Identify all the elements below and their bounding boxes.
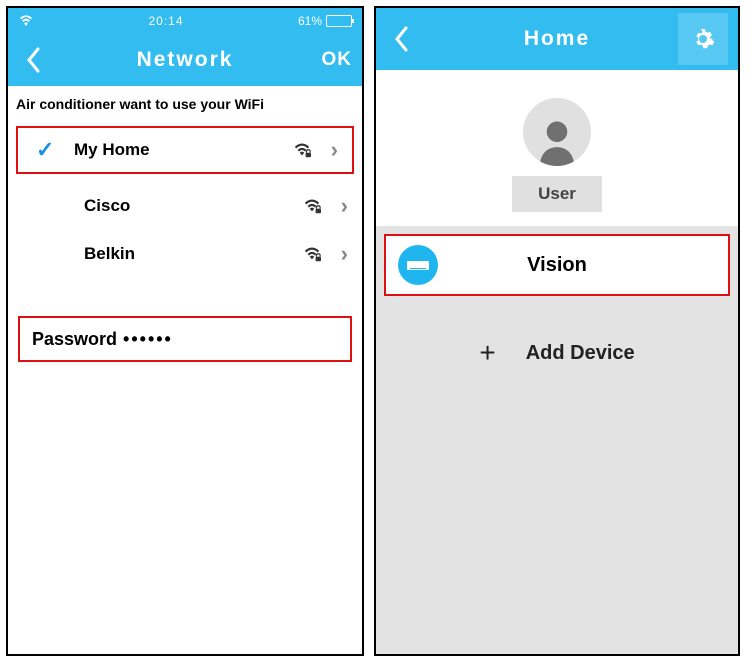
- password-value: ••••••: [117, 329, 173, 350]
- battery-percent: 61%: [298, 14, 322, 28]
- password-field[interactable]: Password ••••••: [18, 316, 352, 362]
- ok-button[interactable]: OK: [322, 49, 353, 71]
- avatar[interactable]: [523, 98, 591, 166]
- gear-icon: [691, 27, 715, 51]
- wifi-prompt: Air conditioner want to use your WiFi: [8, 86, 362, 126]
- status-bar: 20:14 61%: [8, 8, 362, 34]
- chevron-right-icon: ›: [326, 241, 348, 267]
- password-label: Password: [32, 329, 117, 350]
- network-screen: 20:14 61% Network OK Air conditioner wan…: [6, 6, 364, 656]
- wifi-lock-icon: [298, 197, 326, 215]
- ac-unit-icon: [398, 245, 438, 285]
- settings-button[interactable]: [678, 13, 728, 65]
- chevron-right-icon: ›: [326, 193, 348, 219]
- back-button[interactable]: [18, 45, 48, 75]
- wifi-status-icon: [18, 14, 34, 29]
- wifi-row-cisco[interactable]: Cisco ›: [8, 182, 362, 230]
- add-device-button[interactable]: + Add Device: [376, 318, 738, 388]
- profile-section: User: [376, 70, 738, 226]
- chevron-right-icon: ›: [316, 137, 338, 163]
- nav-bar-home: Home: [376, 8, 738, 70]
- plus-icon: +: [479, 337, 495, 369]
- wifi-name: Cisco: [54, 196, 298, 216]
- status-time: 20:14: [34, 14, 298, 28]
- nav-title: Network: [8, 48, 362, 72]
- nav-bar-network: Network OK: [8, 34, 362, 86]
- wifi-lock-icon: [298, 245, 326, 263]
- check-icon: ✓: [36, 137, 64, 163]
- add-device-label: Add Device: [526, 342, 635, 365]
- wifi-row-belkin[interactable]: Belkin ›: [8, 230, 362, 278]
- battery-icon: [326, 15, 352, 27]
- device-row-vision[interactable]: Vision: [384, 234, 730, 296]
- back-button[interactable]: [386, 24, 416, 54]
- person-icon: [536, 118, 578, 166]
- user-label: User: [512, 176, 602, 212]
- wifi-name: My Home: [64, 140, 288, 160]
- wifi-row-myhome[interactable]: ✓ My Home ›: [16, 126, 354, 174]
- device-name: Vision: [438, 254, 716, 277]
- wifi-lock-icon: [288, 141, 316, 159]
- wifi-name: Belkin: [54, 244, 298, 264]
- home-screen: Home User Vision + Add Device: [374, 6, 740, 656]
